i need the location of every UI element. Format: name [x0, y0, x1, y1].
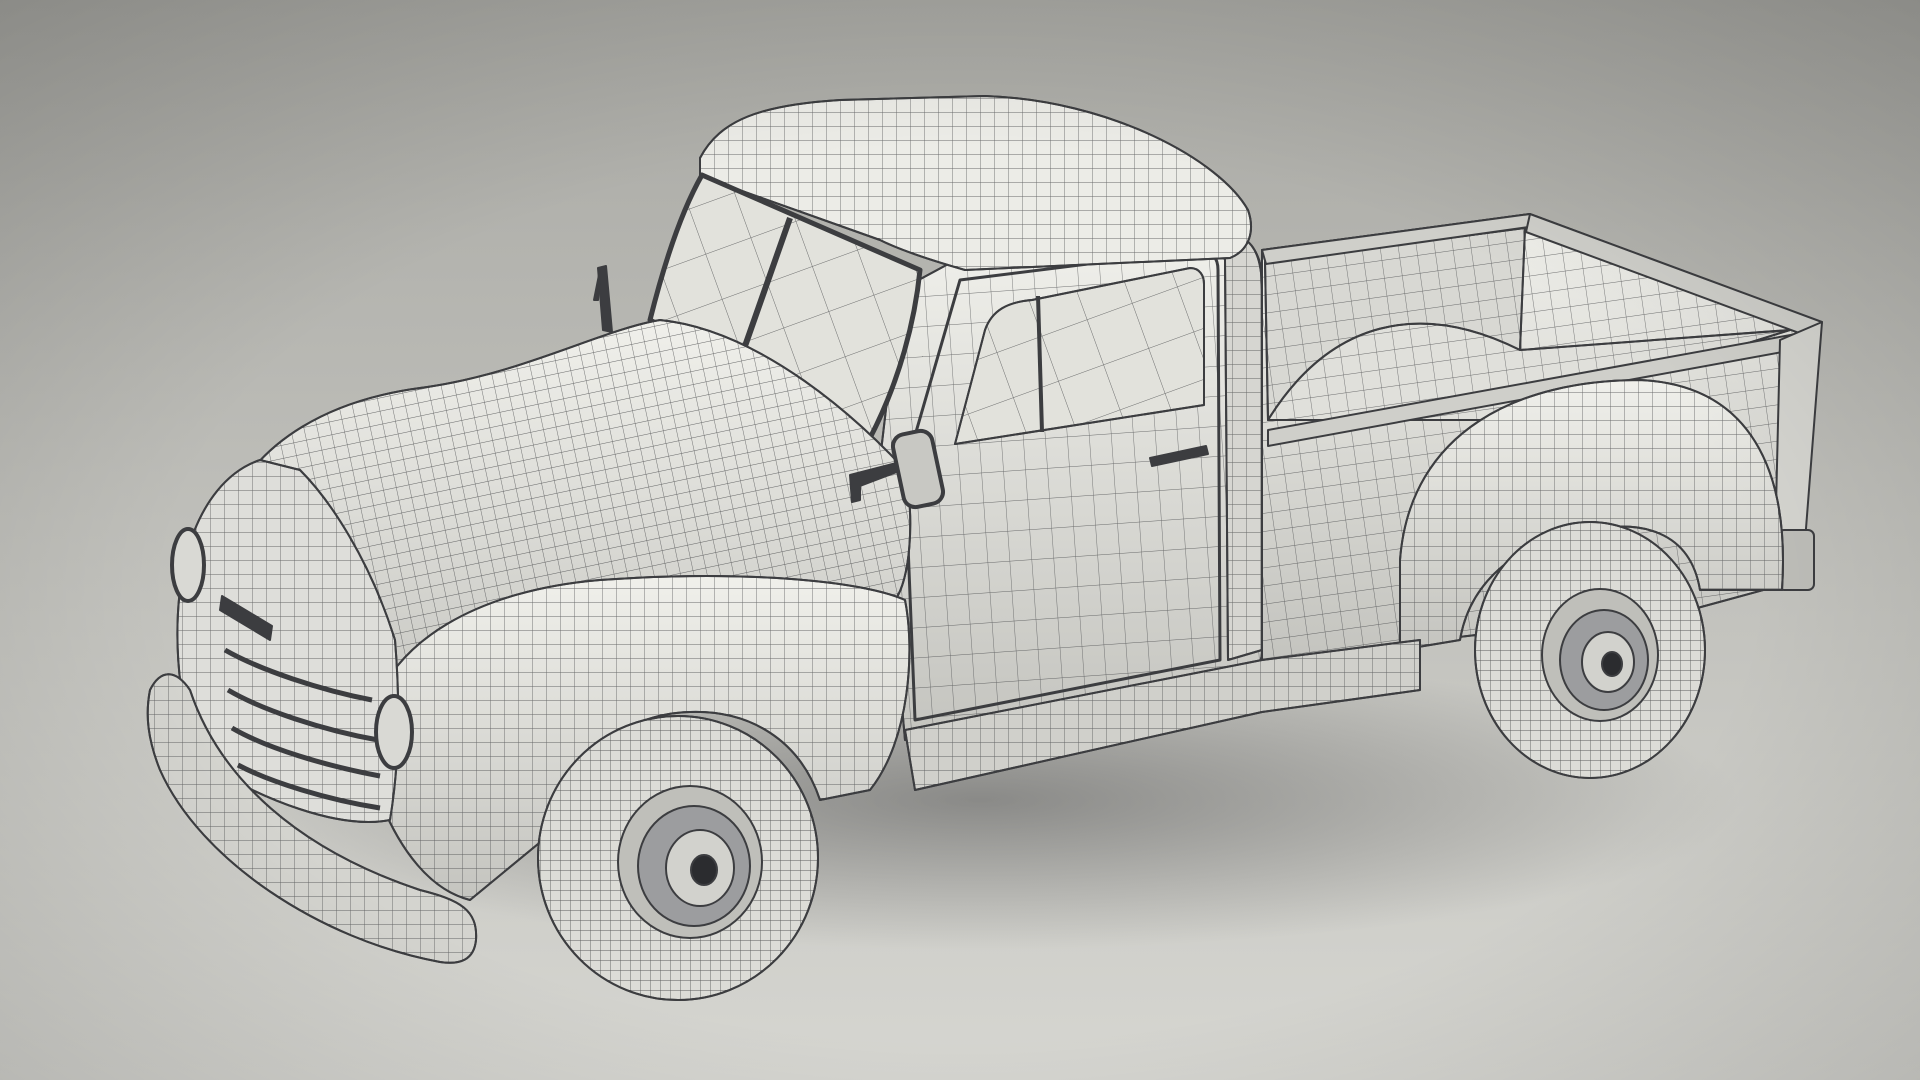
viewport — [0, 0, 1920, 1080]
truck-render — [0, 0, 1920, 1080]
vignette-overlay — [0, 0, 1920, 1080]
